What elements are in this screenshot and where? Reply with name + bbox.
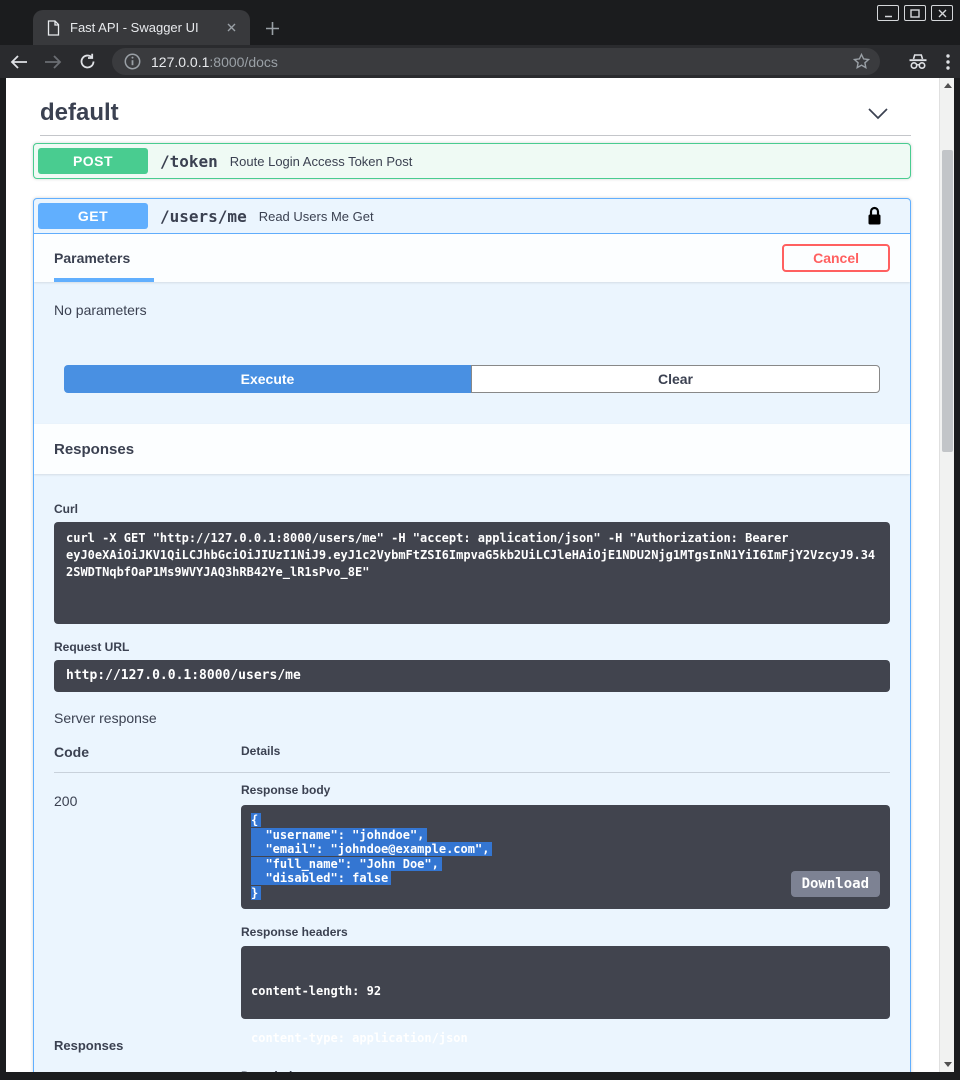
page-file-icon bbox=[47, 20, 60, 36]
response-body-line: } bbox=[251, 886, 880, 901]
reload-icon[interactable] bbox=[72, 48, 102, 76]
parameters-header: Parameters Cancel bbox=[34, 234, 910, 282]
links-column-header: Links bbox=[766, 1069, 890, 1072]
curl-command[interactable]: curl -X GET "http://127.0.0.1:8000/users… bbox=[54, 522, 890, 624]
execute-button[interactable]: Execute bbox=[64, 365, 471, 393]
request-url-label: Request URL bbox=[54, 640, 890, 654]
url-host: 127.0.0.1 bbox=[151, 54, 209, 70]
server-response-table-header: Code Details bbox=[54, 726, 890, 773]
responses-header: Responses bbox=[34, 424, 910, 474]
response-body-label: Response body bbox=[241, 783, 330, 797]
server-response-label: Server response bbox=[54, 710, 890, 726]
tag-title: default bbox=[40, 99, 119, 127]
scroll-down-icon[interactable] bbox=[944, 1062, 952, 1067]
response-header-line: content-length: 92 bbox=[251, 984, 880, 1000]
no-parameters-text: No parameters bbox=[54, 302, 890, 318]
cancel-button[interactable]: Cancel bbox=[782, 244, 890, 272]
response-body-line: "username": "johndoe", bbox=[251, 828, 880, 843]
minimize-icon[interactable] bbox=[877, 5, 899, 21]
scrollbar-thumb[interactable] bbox=[942, 150, 953, 452]
get-opblock-header[interactable]: GET /users/me Read Users Me Get bbox=[34, 199, 910, 234]
url-text: 127.0.0.1:8000/docs bbox=[151, 54, 853, 70]
response-body-line: "full_name": "John Doe", bbox=[251, 857, 880, 872]
opblock-post-token[interactable]: POST /token Route Login Access Token Pos… bbox=[33, 143, 911, 179]
scroll-up-icon[interactable] bbox=[944, 83, 952, 88]
details-column-header: Details bbox=[241, 744, 890, 760]
incognito-icon bbox=[908, 53, 928, 70]
browser-titlebar: Fast API - Swagger UI bbox=[0, 0, 960, 45]
response-body-line: "disabled": false bbox=[251, 871, 880, 886]
response-headers-label: Response headers bbox=[241, 925, 890, 939]
post-summary: Route Login Access Token Post bbox=[230, 154, 900, 169]
tab-title: Fast API - Swagger UI bbox=[70, 20, 222, 35]
server-response-row: 200 Response body { "username": "johndoe… bbox=[54, 773, 890, 1019]
close-icon[interactable] bbox=[931, 5, 953, 21]
tab-close-icon[interactable] bbox=[222, 19, 240, 37]
site-info-icon[interactable] bbox=[124, 53, 141, 70]
back-icon[interactable] bbox=[4, 48, 34, 76]
tag-section-header[interactable]: default bbox=[33, 92, 911, 134]
get-path: /users/me bbox=[160, 207, 247, 226]
responses-title: Responses bbox=[54, 441, 134, 458]
opblock-get-users-me: GET /users/me Read Users Me Get Paramete… bbox=[33, 198, 911, 1072]
window-controls bbox=[877, 5, 953, 21]
get-method-badge: GET bbox=[38, 203, 148, 229]
tab-parameters[interactable]: Parameters bbox=[54, 238, 154, 282]
code-column-header: Code bbox=[54, 1069, 241, 1072]
responses-body: Curl curl -X GET "http://127.0.0.1:8000/… bbox=[34, 474, 910, 1072]
curl-label: Curl bbox=[54, 502, 890, 516]
url-path: :8000/docs bbox=[209, 54, 278, 70]
maximize-icon[interactable] bbox=[904, 5, 926, 21]
new-tab-icon[interactable] bbox=[260, 16, 284, 40]
response-headers-block: content-length: 92 content-type: applica… bbox=[241, 946, 890, 1019]
download-button[interactable]: Download bbox=[791, 871, 880, 897]
get-summary: Read Users Me Get bbox=[259, 209, 867, 224]
browser-toolbar: 127.0.0.1:8000/docs bbox=[0, 45, 960, 78]
parameters-tab-label: Parameters bbox=[54, 250, 130, 266]
browser-tab[interactable]: Fast API - Swagger UI bbox=[33, 10, 250, 45]
url-bar[interactable]: 127.0.0.1:8000/docs bbox=[112, 48, 880, 75]
section-divider bbox=[40, 135, 911, 136]
page-content: default POST /token Route Login Access T… bbox=[6, 78, 954, 1072]
code-column-header: Code bbox=[54, 744, 241, 760]
response-header-line: content-type: application/json bbox=[251, 1031, 880, 1047]
forward-icon[interactable] bbox=[38, 48, 68, 76]
clear-button[interactable]: Clear bbox=[471, 365, 880, 393]
toolbar-right bbox=[908, 48, 950, 75]
parameters-body: No parameters Execute Clear bbox=[34, 282, 910, 424]
bookmark-star-icon[interactable] bbox=[853, 53, 870, 70]
browser-window: Fast API - Swagger UI bbox=[0, 0, 960, 1080]
post-method-badge: POST bbox=[38, 148, 148, 174]
request-url-value: http://127.0.0.1:8000/users/me bbox=[54, 660, 890, 692]
menu-dots-icon[interactable] bbox=[946, 54, 950, 70]
chevron-down-icon[interactable] bbox=[867, 107, 889, 120]
response-body-block[interactable]: { "username": "johndoe", "email": "johnd… bbox=[241, 805, 890, 909]
swagger-ui: default POST /token Route Login Access T… bbox=[6, 78, 939, 1072]
status-code: 200 bbox=[54, 773, 241, 1019]
post-path: /token bbox=[160, 152, 218, 171]
response-body-line: "email": "johndoe@example.com", bbox=[251, 842, 880, 857]
auth-lock-icon[interactable] bbox=[867, 206, 882, 226]
response-body-line: { bbox=[251, 813, 880, 828]
response-details: Response body { "username": "johndoe", "… bbox=[241, 773, 890, 1019]
execute-button-group: Execute Clear bbox=[64, 365, 880, 393]
description-column-header: Description bbox=[241, 1069, 766, 1072]
page-scrollbar[interactable] bbox=[939, 78, 954, 1072]
